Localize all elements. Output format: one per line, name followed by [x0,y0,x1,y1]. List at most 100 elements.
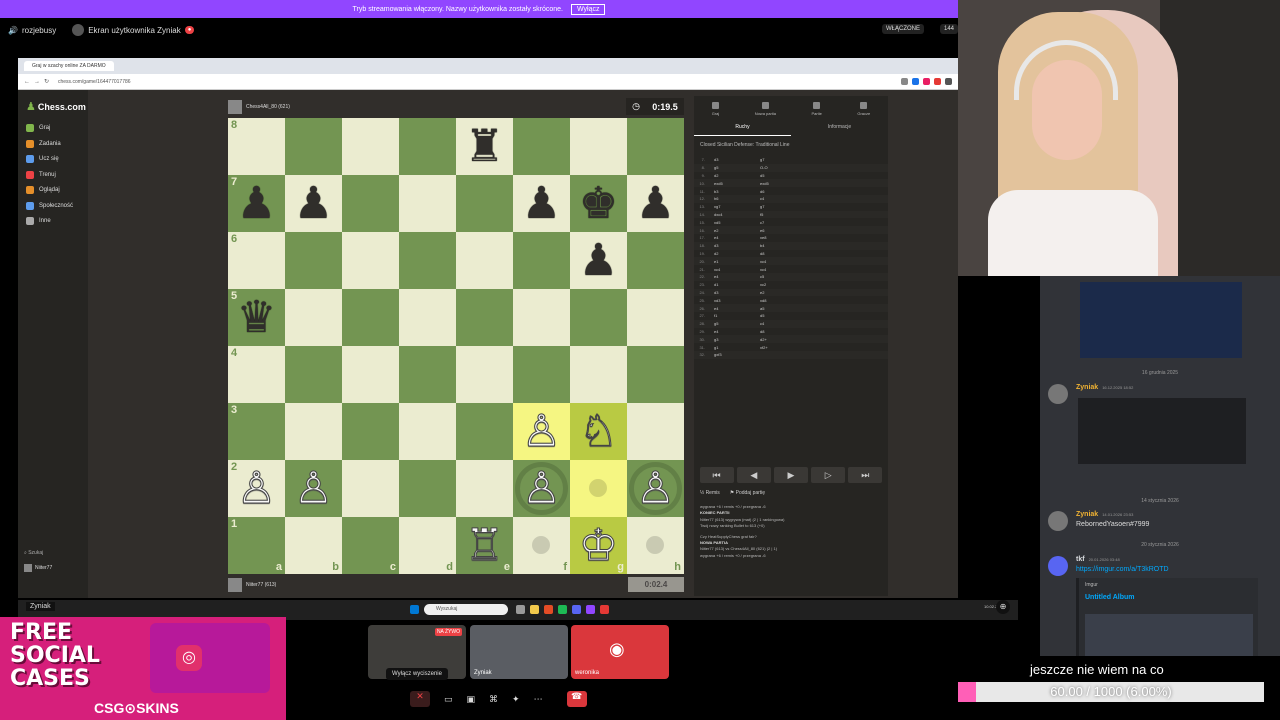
square-c7[interactable] [342,175,399,232]
stream-thumb-zyniak[interactable]: Zyniak [470,625,568,679]
move-san[interactable]: g3 [708,337,760,342]
app-icon[interactable] [600,605,609,614]
square-h5[interactable] [627,289,684,346]
move-san[interactable]: d3 [708,157,760,162]
move-san[interactable]: d2 [708,251,760,256]
piece-a2[interactable]: ♙ [236,466,276,511]
move-san[interactable]: f5 [760,212,820,217]
square-c8[interactable] [342,118,399,175]
server-name[interactable]: 🔊 rozjebusy [8,26,56,35]
resign-button[interactable]: ⚑ Poddaj partię [730,490,765,496]
square-d8[interactable] [399,118,456,175]
move-san[interactable]: f1 [708,313,760,318]
move-san[interactable]: g7 [760,204,820,209]
piece-a5[interactable]: ♛ [237,295,276,340]
move-san[interactable]: h6 [708,196,760,201]
square-a2[interactable]: 2 ♙ [228,460,285,517]
square-c5[interactable] [342,289,399,346]
square-b2[interactable]: ♙ [285,460,342,517]
disable-streamer-mode-button[interactable]: Wyłącz [570,3,606,15]
move-san[interactable]: xd8 [760,298,820,303]
move-san[interactable]: d2 [708,173,760,178]
move-san[interactable]: d5 [760,313,820,318]
square-a8[interactable]: 8 [228,118,285,175]
move-san[interactable]: d1 [708,282,760,287]
square-f2[interactable]: ♙ [513,460,570,517]
author-name[interactable]: tkf [1076,556,1085,563]
move-san[interactable]: e4 [708,274,760,279]
opening-name[interactable]: Closed Sicilian Defense: Traditional Lin… [700,142,790,148]
piece-h7[interactable]: ♟ [636,181,675,226]
move-san[interactable]: e4 [708,329,760,334]
extension-icon[interactable] [923,78,930,85]
square-f7[interactable]: ♟ [513,175,570,232]
move-hint-dot[interactable] [589,479,607,497]
square-g4[interactable] [570,346,627,403]
explorer-icon[interactable] [530,605,539,614]
play-button[interactable]: ▶ [773,467,808,483]
app-icon[interactable] [586,605,595,614]
prev-move-button[interactable]: ◀ [736,467,771,483]
square-a1[interactable]: 1a [228,517,285,574]
move-san[interactable]: exd5 [760,181,820,186]
attached-screenshot[interactable] [1078,398,1246,464]
move-san[interactable]: d5 [760,173,820,178]
activities-button[interactable]: ⌘ [489,694,498,705]
square-b3[interactable] [285,403,342,460]
piece-g1[interactable]: ♔ [578,523,618,568]
square-d6[interactable] [399,232,456,289]
square-f6[interactable] [513,232,570,289]
move-san[interactable]: g7 [760,157,820,162]
panel-tab-1[interactable]: Nowa partia [755,102,776,116]
last-move-button[interactable]: ⏭ [848,467,883,483]
move-san[interactable]: c5 [760,274,820,279]
square-d3[interactable] [399,403,456,460]
square-h7[interactable]: ♟ [627,175,684,232]
move-san[interactable]: xe8 [760,235,820,240]
square-a5[interactable]: 5 ♛ [228,289,285,346]
square-e8[interactable]: ♜ [456,118,513,175]
move-san[interactable]: b3 [708,189,760,194]
piece-g3[interactable]: ♘ [578,409,618,454]
move-san[interactable]: xc2 [760,282,820,287]
square-b6[interactable] [285,232,342,289]
draw-button[interactable]: ½ Remis [700,490,720,496]
square-e6[interactable] [456,232,513,289]
avatar[interactable] [228,578,242,592]
next-move-button[interactable]: ▷ [811,467,846,483]
move-san[interactable]: dxc4 [708,212,760,217]
move-san[interactable]: xg7 [708,204,760,209]
square-b5[interactable] [285,289,342,346]
taskbar-search[interactable]: Wyszukaj [424,604,508,615]
square-a6[interactable]: 6 [228,232,285,289]
square-a3[interactable]: 3 [228,403,285,460]
move-san[interactable]: xc4 [708,267,760,272]
move-san[interactable]: e2 [760,290,820,295]
square-b1[interactable]: b [285,517,342,574]
square-a7[interactable]: 7 ♟ [228,175,285,232]
square-a4[interactable]: 4 [228,346,285,403]
move-san[interactable]: g5 [708,321,760,326]
move-san[interactable]: b4 [760,243,820,248]
player-name[interactable]: Chess4All_80 (621) [246,104,290,110]
browser-tab[interactable]: Graj w szachy online ZA DARMO [24,61,114,71]
move-san[interactable]: O-O [760,165,820,170]
panel-tab-0[interactable]: Graj [712,102,719,116]
move-san[interactable]: d8 [760,329,820,334]
square-c6[interactable] [342,232,399,289]
chess-board[interactable]: 8 ♜ 7 ♟ ♟ ♟ ♚ ♟ 6 ♟ 5 ♛ 4 3 ♙ ♘ 2 ♙ ♙ ♙ ♙ 1 a b c d e ♖ f g ♔ h [228,118,684,574]
square-d1[interactable]: d [399,517,456,574]
menu-icon[interactable] [945,78,952,85]
square-g2[interactable] [570,460,627,517]
embed-image[interactable] [1085,614,1253,656]
square-e5[interactable] [456,289,513,346]
sidebar-search[interactable]: ⌕ Szukaj [24,550,43,556]
square-e7[interactable] [456,175,513,232]
piece-a7[interactable]: ♟ [237,181,276,226]
square-h4[interactable] [627,346,684,403]
piece-b7[interactable]: ♟ [294,181,333,226]
piece-e1[interactable]: ♖ [464,523,504,568]
square-h2[interactable]: ♙ [627,460,684,517]
move-san[interactable]: d8 [760,251,820,256]
move-san[interactable]: xf2+ [760,345,820,350]
